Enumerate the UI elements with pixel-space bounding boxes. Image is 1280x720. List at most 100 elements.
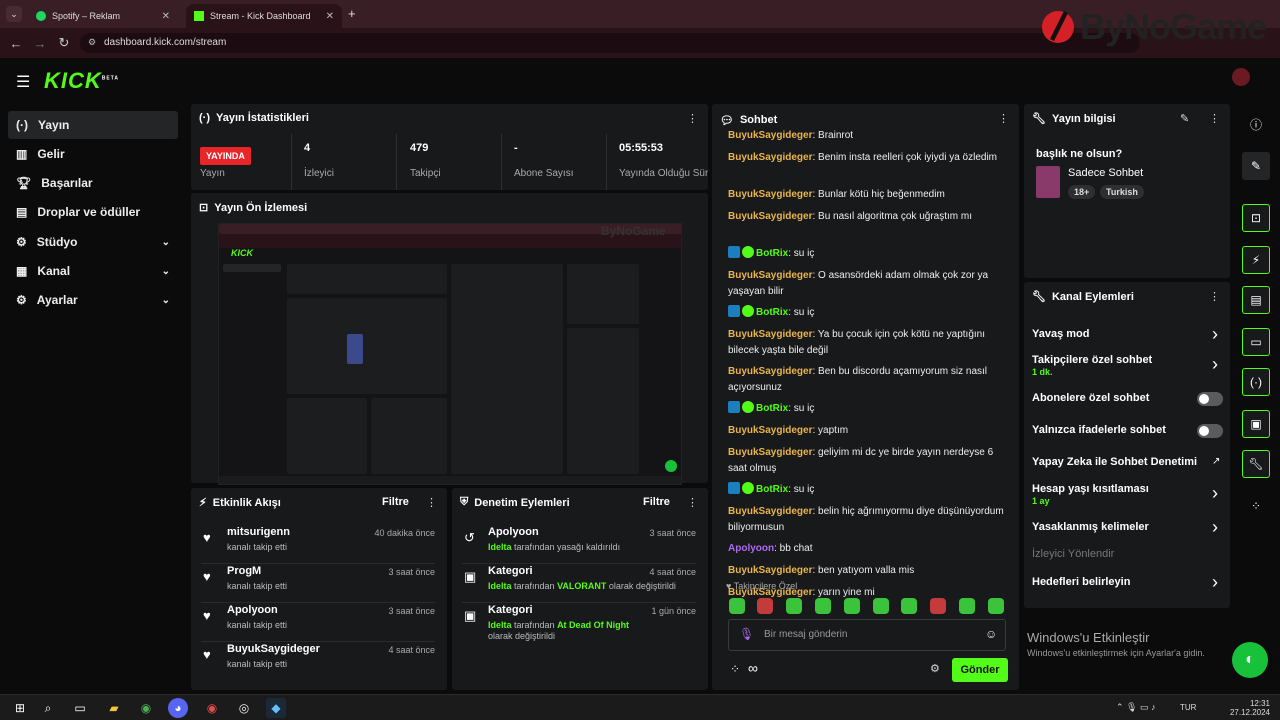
- emote-icon[interactable]: [786, 598, 802, 614]
- more-options-icon[interactable]: ⋮: [687, 496, 698, 509]
- sidebar-item-yayin[interactable]: (·) Yayın: [8, 111, 178, 139]
- bolt-icon[interactable]: ⚡︎: [1242, 246, 1270, 274]
- chat-username[interactable]: BuyukSaygideger: [728, 425, 812, 436]
- language-indicator[interactable]: TUR: [1180, 703, 1196, 712]
- sidebar-item-basarilar[interactable]: 🏆︎ Başarılar: [8, 169, 178, 197]
- chat-username[interactable]: BotRix: [756, 484, 788, 495]
- close-icon[interactable]: ✕: [326, 11, 334, 22]
- forward-icon[interactable]: →: [28, 36, 52, 51]
- edit-icon[interactable]: ✎: [1180, 112, 1189, 125]
- chat-settings-icon[interactable]: ⚙: [930, 662, 940, 675]
- file-explorer-icon[interactable]: ▰: [104, 698, 124, 718]
- document-icon[interactable]: ▤: [1242, 286, 1270, 314]
- channel-action-item[interactable]: Hesap yaşı kısıtlaması 1 ay: [1032, 483, 1222, 506]
- chat-username[interactable]: BuyukSaygideger: [728, 152, 812, 163]
- channel-action-item[interactable]: Yapay Zeka ile Sohbet Denetimi: [1032, 456, 1222, 468]
- channel-action-item[interactable]: Abonelere özel sohbet: [1032, 392, 1222, 404]
- chat-input[interactable]: 🎙︎ Bir mesaj gönderin ☺: [728, 619, 1006, 651]
- kick-points-icon[interactable]: ⁘: [1242, 492, 1270, 520]
- activity-user[interactable]: mitsurigenn: [227, 526, 290, 538]
- emote-icon[interactable]: [815, 598, 831, 614]
- steam-icon[interactable]: ◆: [266, 698, 286, 718]
- clock[interactable]: 12:31 27.12.2024: [1230, 699, 1270, 717]
- emote-icon[interactable]: [901, 598, 917, 614]
- more-options-icon[interactable]: ⋮: [1209, 290, 1220, 303]
- discord-icon[interactable]: ◕: [168, 698, 188, 718]
- emote-icon[interactable]: [988, 598, 1004, 614]
- more-options-icon[interactable]: ⋮: [687, 112, 698, 125]
- site-info-icon[interactable]: ⚙: [88, 37, 96, 48]
- moderator-name[interactable]: Idelta: [488, 620, 512, 630]
- chevron-right-icon[interactable]: ›: [1212, 518, 1218, 536]
- chrome-profile-icon[interactable]: ◉: [202, 698, 222, 718]
- channel-action-item[interactable]: Yasaklanmış kelimeler: [1032, 521, 1222, 533]
- chevron-right-icon[interactable]: ›: [1212, 325, 1218, 343]
- emoji-icon[interactable]: ☺: [985, 627, 997, 641]
- tab-kick-dashboard[interactable]: Stream - Kick Dashboard ✕: [186, 4, 342, 28]
- chat-username[interactable]: BuyukSaygideger: [728, 270, 812, 281]
- tab-list-icon[interactable]: ⌄: [6, 6, 22, 22]
- task-view-icon[interactable]: ▭: [70, 698, 90, 718]
- chevron-right-icon[interactable]: ›: [1212, 484, 1218, 502]
- chat-username[interactable]: BuyukSaygideger: [728, 189, 812, 200]
- moderator-name[interactable]: Idelta: [488, 542, 512, 552]
- sidebar-item-ayarlar[interactable]: ⚙ Ayarlar ⌄: [8, 286, 178, 314]
- menu-icon[interactable]: ☰: [16, 72, 30, 92]
- tab-spotify[interactable]: Spotify – Reklam ✕: [28, 4, 178, 28]
- toggle-switch[interactable]: [1197, 392, 1223, 406]
- user-avatar[interactable]: [1232, 68, 1250, 86]
- close-icon[interactable]: ✕: [162, 11, 170, 22]
- chat-username[interactable]: BuyukSaygideger: [728, 366, 812, 377]
- toggle-switch[interactable]: [1197, 424, 1223, 438]
- category-name[interactable]: VALORANT: [557, 581, 606, 591]
- chrome-icon[interactable]: ◉: [136, 698, 156, 718]
- chat-username[interactable]: BotRix: [756, 248, 788, 259]
- emote-icon[interactable]: [757, 598, 773, 614]
- chat-username[interactable]: BuyukSaygideger: [728, 565, 812, 576]
- info-icon[interactable]: ⓘ: [1242, 110, 1270, 138]
- sidebar-item-studyo[interactable]: ⚙ Stüdyo ⌄: [8, 228, 178, 256]
- windows-start-icon[interactable]: ⊞: [10, 698, 30, 718]
- microphone-icon[interactable]: 🎙︎: [739, 627, 754, 641]
- more-options-icon[interactable]: ⋮: [998, 112, 1009, 125]
- channel-action-item[interactable]: Yavaş mod: [1032, 328, 1222, 340]
- category-icon[interactable]: ▣: [1242, 410, 1270, 438]
- chat-icon[interactable]: ▭: [1242, 328, 1270, 356]
- emote-icon[interactable]: [959, 598, 975, 614]
- kick-points-icon[interactable]: ⁘: [730, 662, 740, 676]
- channel-action-item[interactable]: Takipçilere özel sohbet 1 dk.: [1032, 354, 1222, 377]
- chat-username[interactable]: BuyukSaygideger: [728, 506, 812, 517]
- moderator-name[interactable]: Idelta: [488, 581, 512, 591]
- category-name[interactable]: At Dead Of Night: [557, 620, 629, 630]
- help-fab[interactable]: ◐: [1232, 642, 1268, 678]
- chevron-right-icon[interactable]: ›: [1212, 355, 1218, 373]
- channel-action-item[interactable]: Hedefleri belirleyin: [1032, 576, 1222, 588]
- emote-icon[interactable]: [873, 598, 889, 614]
- sidebar-item-kanal[interactable]: ▦ Kanal ⌄: [8, 257, 178, 285]
- activity-user[interactable]: Apolyoon: [227, 604, 278, 616]
- chat-username[interactable]: BuyukSaygideger: [728, 130, 812, 141]
- activity-user[interactable]: BuyukSaygideger: [227, 643, 320, 655]
- kick-logo[interactable]: KICKBETA: [44, 68, 119, 94]
- activity-user[interactable]: ProgM: [227, 565, 261, 577]
- more-options-icon[interactable]: ⋮: [1209, 112, 1220, 125]
- external-link-icon[interactable]: ↗: [1212, 456, 1220, 467]
- tray-icons[interactable]: ⌃ 🎙︎ ▭ ♪: [1116, 702, 1155, 713]
- filter-button[interactable]: Filtre: [643, 496, 670, 508]
- chevron-right-icon[interactable]: ›: [1212, 573, 1218, 591]
- chat-username[interactable]: BotRix: [756, 403, 788, 414]
- chat-username[interactable]: Apolyoon: [728, 543, 774, 554]
- preview-toggle-icon[interactable]: ⊡: [1242, 204, 1270, 232]
- edit-icon[interactable]: ✎: [1242, 152, 1270, 180]
- address-bar[interactable]: ⚙ dashboard.kick.com/stream: [80, 33, 1140, 53]
- emote-icon[interactable]: [844, 598, 860, 614]
- search-icon[interactable]: ⌕: [38, 698, 58, 718]
- moderation-target[interactable]: Apolyoon: [488, 526, 539, 538]
- wrench-icon[interactable]: 🔧︎: [1242, 450, 1270, 478]
- broadcast-icon[interactable]: (·): [1242, 368, 1270, 396]
- chat-username[interactable]: BuyukSaygideger: [728, 447, 812, 458]
- reload-icon[interactable]: ↻: [52, 35, 76, 51]
- back-icon[interactable]: ←: [4, 36, 28, 51]
- sidebar-item-gelir[interactable]: ▥ Gelir: [8, 140, 178, 168]
- filter-button[interactable]: Filtre: [382, 496, 409, 508]
